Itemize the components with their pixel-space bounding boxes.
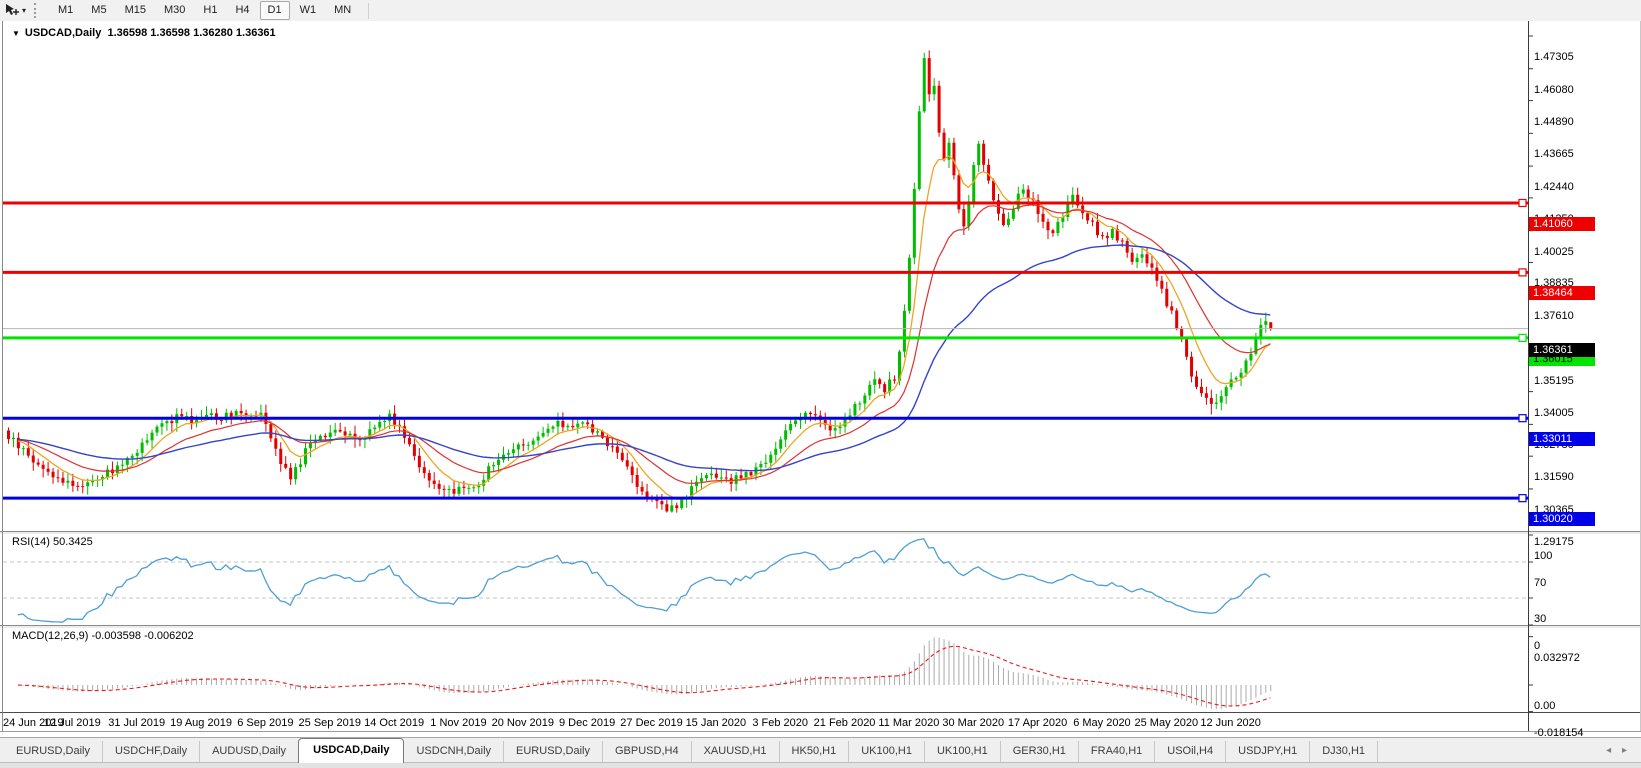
hline-price-tag: 1.33011 <box>1529 432 1595 447</box>
price-tick-label: 1.46080 <box>1534 83 1574 96</box>
rsi-label: RSI(14) 50.3425 <box>12 536 93 548</box>
macd-tick-label: 0.00 <box>1534 700 1556 712</box>
chart-tab-usdcnh-daily[interactable]: USDCNH,Daily <box>404 741 505 763</box>
price-tick-label: 1.31590 <box>1534 471 1574 484</box>
crosshair-cursor-icon[interactable] <box>2 3 20 19</box>
timeframe-button-m15[interactable]: M15 <box>117 1 154 20</box>
date-tick-label: 3 Feb 2020 <box>752 717 809 729</box>
chart-tab-eurusd-daily[interactable]: EURUSD,Daily <box>504 741 603 763</box>
chart-tabs: EURUSD,Daily USDCHF,Daily AUDUSD,Daily USDC… <box>4 738 1379 763</box>
chart-tab-bar: EURUSD,Daily USDCHF,Daily AUDUSD,Daily USDC… <box>0 737 1641 763</box>
macd-tick-label: 0.032972 <box>1534 651 1580 664</box>
timeframe-button-h1[interactable]: H1 <box>195 1 225 20</box>
date-tick-label: 14 Oct 2019 <box>364 717 425 729</box>
tab-scroll-right-icon[interactable]: ▸ <box>1622 745 1627 756</box>
time-axis[interactable]: 24 Jun 2019 12 Jul 2019 31 Jul 2019 19 Aug … <box>0 714 1641 732</box>
timeframe-toolbar: M1 M5 M15 M30 H1 H4 D1 W1 MN <box>49 1 360 20</box>
rsi-tick-label: 70 <box>1534 577 1547 589</box>
hline-price-tag: 1.41060 <box>1529 216 1595 231</box>
date-tick-label: 9 Dec 2019 <box>559 717 616 729</box>
price-tick-label: 1.37610 <box>1534 310 1574 323</box>
date-tick-label: 27 Dec 2019 <box>620 717 683 729</box>
date-tick-label: 31 Jul 2019 <box>108 717 166 729</box>
price-tick-label: 1.29175 <box>1534 535 1574 548</box>
toolbar-separator <box>368 2 370 19</box>
chart-canvas[interactable] <box>0 21 1641 737</box>
rsi-tick-label: 30 <box>1534 613 1547 625</box>
date-tick-label: 20 Nov 2019 <box>491 717 554 729</box>
hline-price-tag: 1.38464 <box>1529 286 1595 301</box>
date-tick-label: 6 Sep 2019 <box>237 717 294 729</box>
tool-dropdown-caret-icon[interactable]: ▾ <box>22 6 26 15</box>
chart-tab-audusd-daily[interactable]: AUDUSD,Daily <box>200 741 300 763</box>
chart-tab-uk100-h1[interactable]: UK100,H1 <box>925 741 1001 763</box>
timeframe-button-m30[interactable]: M30 <box>156 1 193 20</box>
price-tick-label: 1.47305 <box>1534 51 1574 63</box>
chart-tab-uk100-h1[interactable]: UK100,H1 <box>849 741 925 763</box>
timeframe-button-m5[interactable]: M5 <box>83 1 114 20</box>
chart-tab-usdcad-daily[interactable]: USDCAD,Daily <box>298 738 405 763</box>
date-tick-label: 30 Mar 2020 <box>942 717 1005 729</box>
chart-tab-eurusd-daily[interactable]: EURUSD,Daily <box>4 741 103 763</box>
chart-tab-usoil-h4[interactable]: USOil,H4 <box>1155 741 1227 763</box>
date-tick-label: 15 Jan 2020 <box>685 717 747 729</box>
mt4-window: ▾ M1 M5 M15 M30 H1 H4 D1 W1 MN ▼ USDCAD,Daily 1.3… <box>0 0 1641 768</box>
date-tick-label: 25 Sep 2019 <box>298 717 361 729</box>
date-tick-label: 12 Jun 2020 <box>1200 717 1261 729</box>
chart-tab-usdjpy-h1[interactable]: USDJPY,H1 <box>1226 741 1311 763</box>
date-tick-label: 11 Mar 2020 <box>878 717 940 729</box>
chart-tab-xauusd-h1[interactable]: XAUUSD,H1 <box>692 741 780 763</box>
timeframe-button-m1[interactable]: M1 <box>50 1 81 20</box>
date-tick-label: 25 May 2020 <box>1134 717 1199 729</box>
date-tick-label: 17 Apr 2020 <box>1007 717 1068 729</box>
date-tick-label: 19 Aug 2019 <box>170 717 232 729</box>
chart-tab-dj30-h1[interactable]: DJ30,H1 <box>1310 741 1379 763</box>
collapse-triangle-icon[interactable]: ▼ <box>12 29 20 38</box>
timeframe-button-mn[interactable]: MN <box>326 1 359 20</box>
chart-tab-hk50-h1[interactable]: HK50,H1 <box>780 741 850 763</box>
tab-scroll-left-icon[interactable]: ◂ <box>1606 745 1611 756</box>
date-tick-label: 21 Feb 2020 <box>813 717 876 729</box>
rsi-tick-label: 100 <box>1534 550 1553 562</box>
macd-label: MACD(12,26,9) -0.003598 -0.006202 <box>12 630 194 642</box>
chart-tab-gbpusd-h4[interactable]: GBPUSD,H4 <box>603 741 692 763</box>
price-tick-label: 1.42440 <box>1534 181 1574 194</box>
timeframe-button-d1[interactable]: D1 <box>259 1 290 20</box>
hline-price-tag: 1.30020 <box>1529 512 1595 527</box>
top-toolbar: ▾ M1 M5 M15 M30 H1 H4 D1 W1 MN <box>0 0 1641 22</box>
chart-tab-usdchf-daily[interactable]: USDCHF,Daily <box>103 741 201 763</box>
date-tick-label: 12 Jul 2019 <box>43 717 101 729</box>
price-tick-label: 1.43665 <box>1534 148 1574 161</box>
toolbar-grip[interactable] <box>34 3 41 18</box>
timeframe-button-h4[interactable]: H4 <box>227 1 257 20</box>
date-tick-label: 6 May 2020 <box>1073 717 1131 729</box>
chart-window: ▼ USDCAD,Daily 1.36598 1.36598 1.36280 1.… <box>0 21 1641 739</box>
price-tick-label: 1.40025 <box>1534 245 1574 258</box>
chart-symbol-label: USDCAD,Daily <box>24 27 102 39</box>
price-tick-label: 1.34005 <box>1534 406 1574 419</box>
chart-title: ▼ USDCAD,Daily 1.36598 1.36598 1.36280 1.… <box>12 27 276 39</box>
date-tick-label: 1 Nov 2019 <box>430 717 487 729</box>
price-tick-label: 1.35195 <box>1534 374 1574 387</box>
current-price-tag: 1.36361 <box>1529 342 1595 357</box>
tab-scroll-controls: ◂ ▸ <box>1602 745 1631 756</box>
timeframe-button-w1[interactable]: W1 <box>292 1 325 20</box>
price-tick-label: 1.44890 <box>1534 115 1574 128</box>
chart-tab-ger30-h1[interactable]: GER30,H1 <box>1001 741 1079 763</box>
chart-tab-fra40-h1[interactable]: FRA40,H1 <box>1079 741 1156 763</box>
status-bar <box>0 762 1641 768</box>
chart-ohlc-values: 1.36598 1.36598 1.36280 1.36361 <box>107 27 276 39</box>
